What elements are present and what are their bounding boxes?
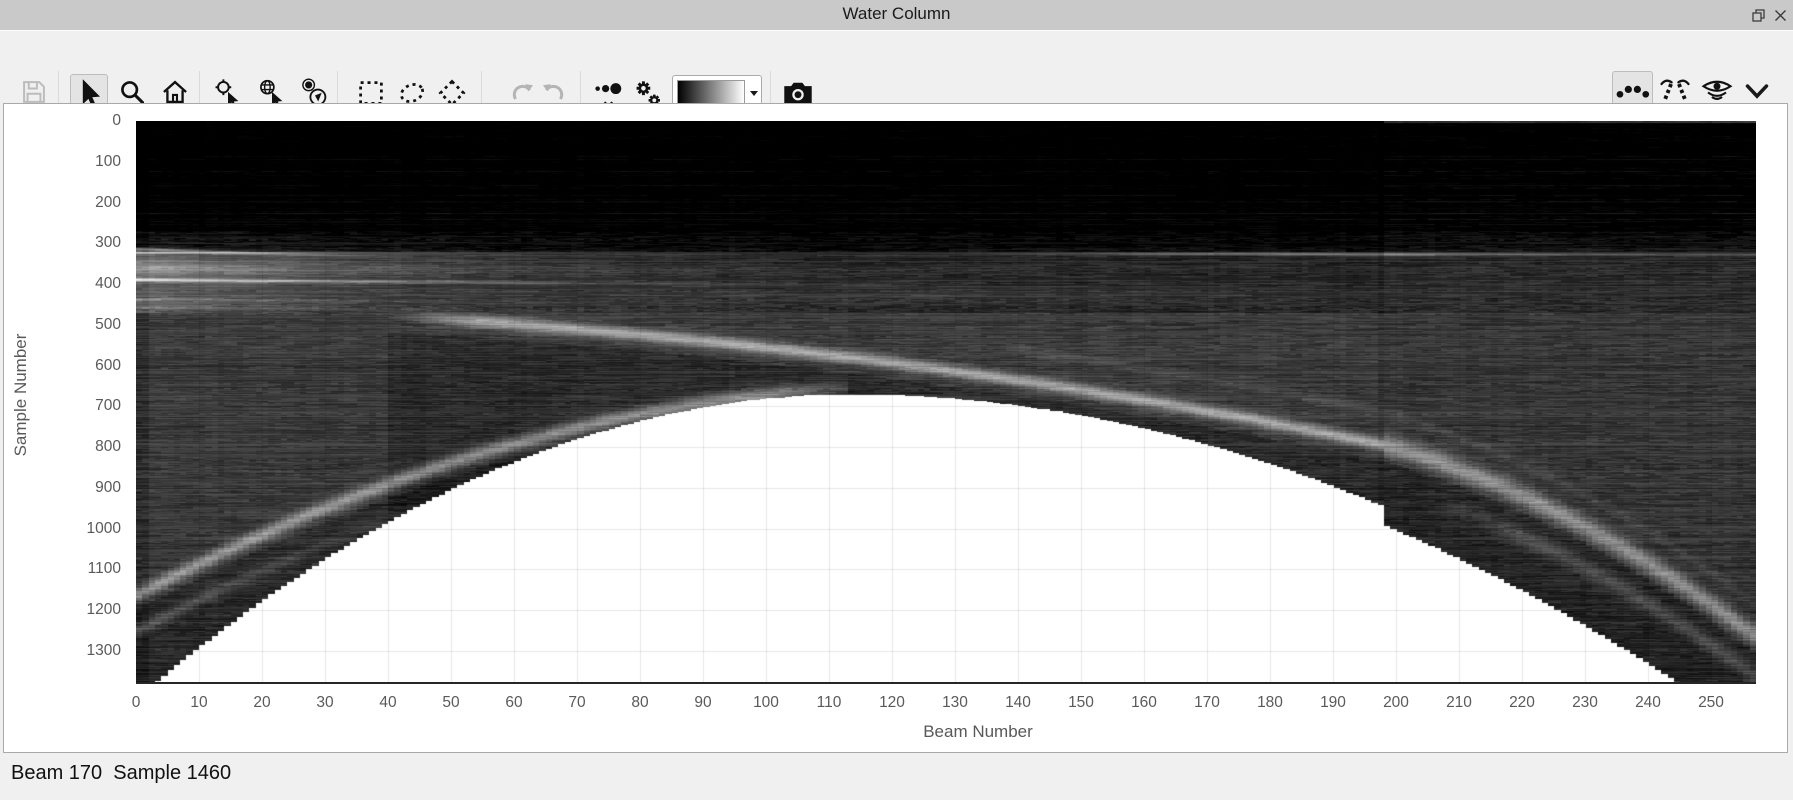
- y-tick-label: 1200: [41, 601, 121, 619]
- y-tick-label: 700: [41, 397, 121, 415]
- gears-icon[interactable]: [632, 78, 660, 106]
- dashed-ellipse-icon[interactable]: [397, 78, 425, 106]
- x-tick-label: 250: [1687, 694, 1735, 712]
- x-tick-label: 0: [112, 694, 160, 712]
- swath-fan-icon[interactable]: [1659, 75, 1687, 103]
- x-tick-label: 200: [1372, 694, 1420, 712]
- target-cursor-icon[interactable]: [213, 78, 241, 106]
- x-tick-label: 60: [490, 694, 538, 712]
- x-tick-label: 180: [1246, 694, 1294, 712]
- dashed-rectangle-icon[interactable]: [356, 78, 384, 106]
- toolbar: [0, 31, 1793, 103]
- redo-icon[interactable]: [540, 78, 568, 106]
- x-tick-label: 160: [1120, 694, 1168, 712]
- y-tick-label: 300: [41, 234, 121, 252]
- x-tick-label: 20: [238, 694, 286, 712]
- save-icon[interactable]: [20, 78, 48, 106]
- y-tick-label: 1300: [41, 642, 121, 660]
- float-window-icon[interactable]: [1750, 7, 1767, 24]
- y-tick-label: 1000: [41, 520, 121, 538]
- x-tick-label: 40: [364, 694, 412, 712]
- y-tick-label: 800: [41, 438, 121, 456]
- y-tick-label: 500: [41, 316, 121, 334]
- undo-icon[interactable]: [508, 78, 536, 106]
- x-tick-label: 70: [553, 694, 601, 712]
- status-bar: Beam 170 Sample 1460: [0, 753, 1793, 800]
- x-tick-label: 220: [1498, 694, 1546, 712]
- x-tick-label: 50: [427, 694, 475, 712]
- y-axis-title: Sample Number: [11, 334, 31, 457]
- wedge-eye-icon[interactable]: [1700, 75, 1728, 103]
- x-tick-label: 120: [868, 694, 916, 712]
- y-tick-label: 0: [41, 112, 121, 130]
- y-tick-label: 200: [41, 194, 121, 212]
- window-title: Water Column: [842, 4, 950, 24]
- record-compass-icon[interactable]: [300, 78, 328, 106]
- x-tick-label: 130: [931, 694, 979, 712]
- home-icon[interactable]: [161, 78, 189, 106]
- x-tick-label: 80: [616, 694, 664, 712]
- dots-size-icon[interactable]: [593, 75, 621, 103]
- cursor-position-readout: Beam 170 Sample 1460: [11, 762, 231, 785]
- y-tick-label: 600: [41, 357, 121, 375]
- x-tick-label: 10: [175, 694, 223, 712]
- x-tick-label: 210: [1435, 694, 1483, 712]
- globe-cursor-icon[interactable]: [257, 78, 285, 106]
- x-tick-label: 140: [994, 694, 1042, 712]
- x-axis-line: [136, 682, 1756, 684]
- x-tick-label: 90: [679, 694, 727, 712]
- water-column-window: { "window": { "title": "Water Column", "…: [0, 0, 1793, 800]
- x-tick-label: 30: [301, 694, 349, 712]
- camera-icon[interactable]: [782, 78, 810, 106]
- x-axis-title: Beam Number: [923, 722, 1033, 742]
- x-tick-label: 150: [1057, 694, 1105, 712]
- y-tick-label: 1100: [41, 560, 121, 578]
- x-tick-label: 190: [1309, 694, 1357, 712]
- y-tick-label: 100: [41, 153, 121, 171]
- x-tick-label: 230: [1561, 694, 1609, 712]
- x-tick-label: 110: [805, 694, 853, 712]
- y-tick-label: 900: [41, 479, 121, 497]
- y-tick-label: 400: [41, 275, 121, 293]
- close-icon[interactable]: [1772, 7, 1789, 24]
- dropdown-arrow-icon: [750, 91, 758, 96]
- dashed-diamond-icon[interactable]: [437, 78, 465, 106]
- x-tick-label: 170: [1183, 694, 1231, 712]
- x-tick-label: 100: [742, 694, 790, 712]
- magnifier-icon[interactable]: [118, 78, 146, 106]
- titlebar[interactable]: Water Column: [0, 0, 1793, 31]
- water-column-heatmap[interactable]: [136, 121, 1756, 683]
- x-tick-label: 240: [1624, 694, 1672, 712]
